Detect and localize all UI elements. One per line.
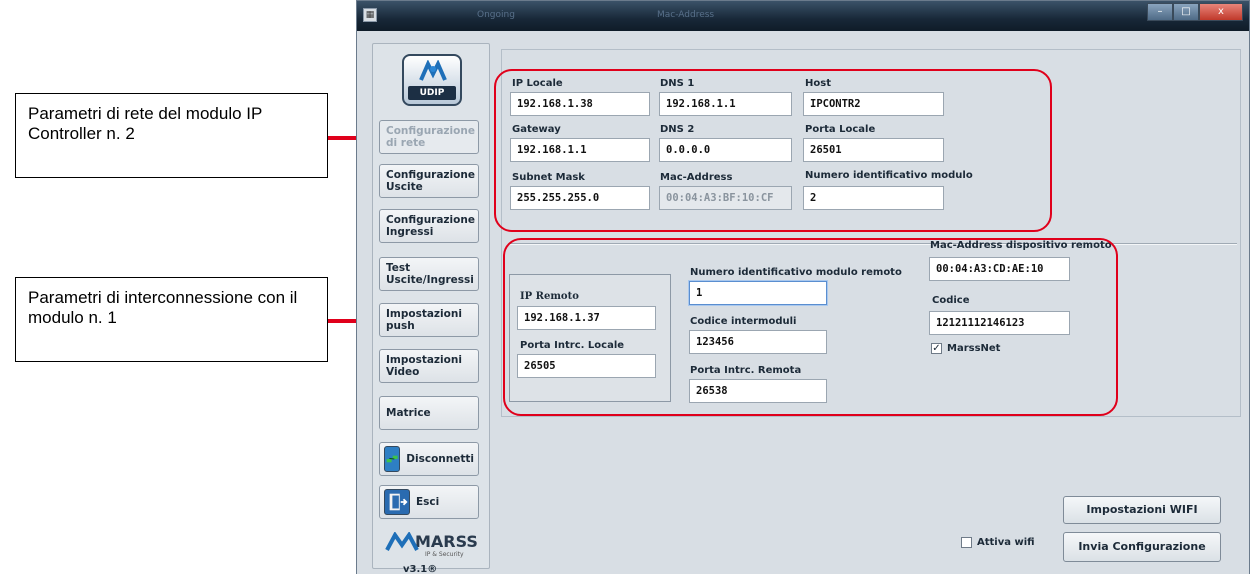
attiva-wifi-checkbox[interactable] [961, 537, 972, 548]
udip-logo-text: UDIP [408, 86, 456, 100]
send-config-button[interactable]: Invia Configurazione [1063, 532, 1221, 562]
exit-door-icon [384, 489, 410, 515]
callout-interconnect: Parametri di interconnessione con il mod… [15, 277, 328, 362]
title-faded-right: Mac-Address [657, 10, 715, 20]
title-bar[interactable]: ▦ Ongoing Mac-Address – □ x [357, 1, 1249, 31]
marss-brand-sub: IP & Security [425, 551, 464, 558]
sidebar: UDIP Configurazione di rete Configurazio… [372, 43, 490, 574]
maximize-button[interactable]: □ [1173, 3, 1199, 21]
disconnect-button[interactable]: Disconnetti [379, 442, 479, 476]
attiva-wifi-label: Attiva wifi [977, 537, 1035, 548]
wifi-settings-button[interactable]: Impostazioni WIFI [1063, 496, 1221, 524]
callout-network: Parametri di rete del modulo IP Controll… [15, 93, 328, 178]
minimize-button[interactable]: – [1147, 3, 1173, 21]
marss-mark-icon [385, 532, 419, 551]
exit-button[interactable]: Esci [379, 485, 479, 519]
network-highlight-box [494, 69, 1052, 232]
sidebar-item-configurazione-rete[interactable]: Configurazione di rete [379, 120, 479, 154]
marss-logo: MARSS IP & Security v3.1® [385, 532, 481, 574]
close-button[interactable]: x [1199, 3, 1243, 21]
sidebar-item-configurazione-uscite[interactable]: Configurazione Uscite [379, 164, 479, 198]
sidebar-item-test-uscite-ingressi[interactable]: Test Uscite/Ingressi [379, 257, 479, 291]
window-controls: – □ x [1147, 3, 1243, 21]
app-icon[interactable]: ▦ [363, 8, 377, 22]
interconnect-highlight-box [503, 238, 1118, 416]
marss-brand: MARSS [415, 532, 478, 551]
udip-logo: UDIP [402, 54, 462, 106]
udip-mark-icon [419, 60, 447, 81]
app-window: ▦ Ongoing Mac-Address – □ x UDIP Configu… [356, 0, 1250, 574]
client-area: UDIP Configurazione di rete Configurazio… [357, 31, 1249, 574]
title-faded-left: Ongoing [477, 10, 515, 20]
sidebar-item-impostazioni-video[interactable]: Impostazioni Video [379, 349, 479, 383]
app-version: v3.1® [403, 564, 438, 574]
disconnect-icon [384, 446, 401, 472]
sidebar-item-matrice[interactable]: Matrice [379, 396, 479, 430]
sidebar-item-impostazioni-push[interactable]: Impostazioni push [379, 303, 479, 337]
sidebar-item-configurazione-ingressi[interactable]: Configurazione Ingressi [379, 209, 479, 243]
